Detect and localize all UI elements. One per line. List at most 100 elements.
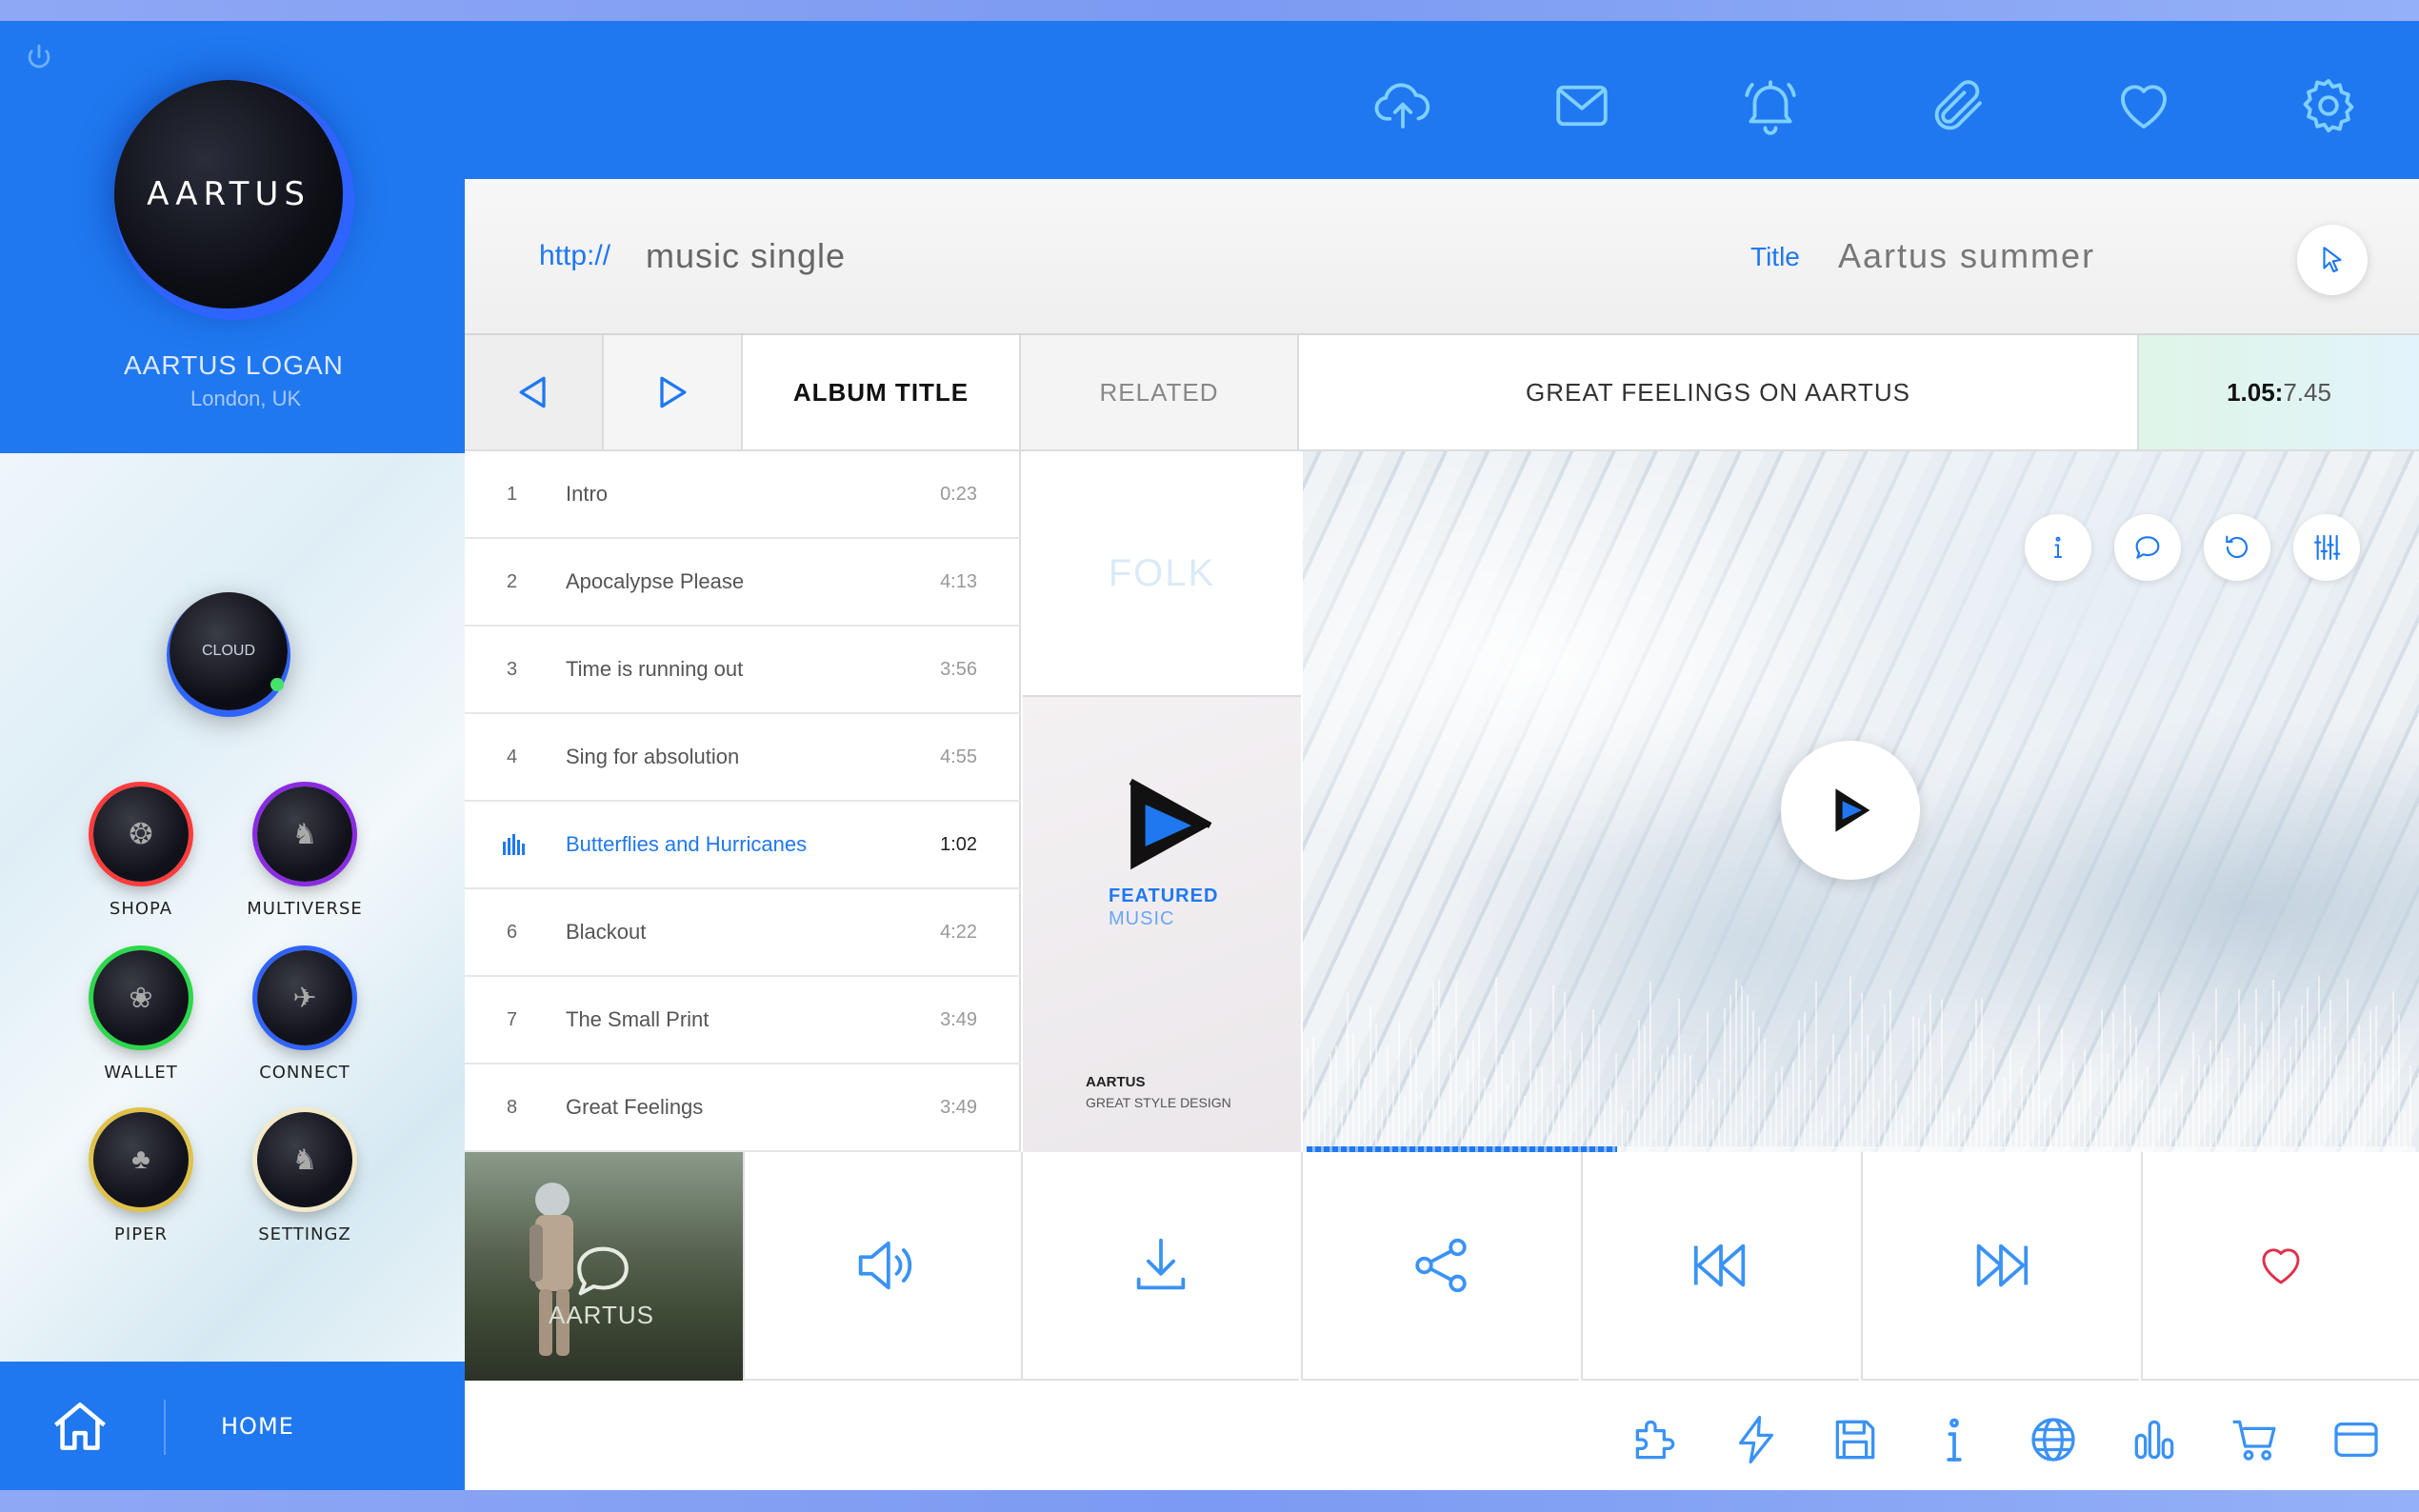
info-icon[interactable] <box>1928 1413 1981 1466</box>
rewind-button[interactable] <box>1581 1152 1859 1381</box>
aartus-chat-tile[interactable]: AARTUS <box>465 1152 743 1381</box>
app-icon: ❂ <box>93 786 189 882</box>
app-icon: ❀ <box>93 950 189 1045</box>
photo-tile-label: AARTUS <box>549 1301 654 1329</box>
equalizer-icon <box>2313 534 2341 561</box>
track-row[interactable]: 4 Sing for absolution 4:55 <box>465 714 1021 802</box>
rewind-icon <box>1693 1243 1746 1287</box>
home-icon[interactable] <box>48 1394 112 1459</box>
download-button[interactable] <box>1021 1152 1299 1381</box>
volume-button[interactable] <box>743 1152 1021 1381</box>
track-number: 6 <box>507 921 518 943</box>
info-button[interactable] <box>2025 514 2091 581</box>
home-label[interactable]: HOME <box>221 1413 294 1440</box>
aartus-logo[interactable]: AARTUS <box>114 80 343 308</box>
next-button[interactable] <box>604 335 743 449</box>
tab-album-title[interactable]: ALBUM TITLE <box>743 335 1021 449</box>
featured-music-card[interactable]: FEATURED MUSIC AARTUS GREAT STYLE DESIGN <box>1023 697 1301 1152</box>
track-duration: 0:23 <box>940 483 977 505</box>
track-row[interactable]: 3 Time is running out 3:56 <box>465 627 1021 714</box>
share-button[interactable] <box>1301 1152 1579 1381</box>
card-icon[interactable] <box>2329 1413 2383 1466</box>
app-connect[interactable]: ✈ CONNECT <box>248 950 362 1083</box>
cloud-button[interactable]: CLOUD <box>170 592 288 710</box>
track-duration: 4:13 <box>940 570 977 592</box>
paperclip-icon[interactable] <box>1928 74 1990 137</box>
chevron-right-icon <box>660 376 687 408</box>
gear-icon[interactable] <box>2297 74 2360 137</box>
app-icon: ♞ <box>257 1112 352 1207</box>
apps-panel: CLOUD ❂ SHOPA ♞ MULTIVERSE ❀ WALLET ✈ CONNECT ♣ P… <box>0 453 465 1362</box>
cloud-upload-icon[interactable] <box>1371 74 1434 137</box>
power-icon[interactable] <box>23 42 55 74</box>
app-icon: ♞ <box>257 786 352 882</box>
featured-subtitle: GREAT STYLE DESIGN <box>1086 1095 1231 1110</box>
track-duration: 4:22 <box>940 921 977 943</box>
divider <box>164 1400 166 1455</box>
track-row[interactable]: 1 Intro 0:23 <box>465 451 1021 539</box>
pointer-icon <box>2323 247 2342 273</box>
track-duration: 3:56 <box>940 658 977 680</box>
heart-icon <box>2262 1248 2300 1284</box>
video-player[interactable] <box>1303 451 2419 1152</box>
track-row[interactable]: 2 Apocalypse Please 4:13 <box>465 539 1021 627</box>
lightning-icon[interactable] <box>1729 1413 1783 1466</box>
puzzle-icon[interactable] <box>1629 1413 1682 1466</box>
folk-genre-card[interactable]: FOLK <box>1023 451 1301 697</box>
like-button[interactable] <box>2141 1152 2419 1381</box>
top-toolbar <box>465 21 2419 179</box>
share-icon <box>1415 1238 1467 1293</box>
cart-icon[interactable] <box>2229 1413 2282 1466</box>
music-app: AARTUS AARTUS LOGAN London, UK CLOUD ❂ SH… <box>0 21 2419 1490</box>
featured-brand: AARTUS <box>1086 1074 1146 1090</box>
app-multiverse[interactable]: ♞ MULTIVERSE <box>247 786 363 919</box>
tab-related[interactable]: RELATED <box>1021 335 1299 449</box>
app-wallet[interactable]: ❀ WALLET <box>84 950 198 1083</box>
track-row[interactable]: Butterflies and Hurricanes 1:02 <box>465 802 1021 889</box>
now-playing-icon <box>503 834 525 855</box>
user-location: London, UK <box>190 387 302 410</box>
track-number: 7 <box>507 1008 518 1030</box>
time-display: 1.05: 7.45 <box>2139 335 2419 449</box>
track-title: Apocalypse Please <box>566 569 745 593</box>
heart-icon[interactable] <box>2112 74 2175 137</box>
cursor-button[interactable] <box>2297 225 2368 295</box>
chat-icon <box>2135 536 2160 559</box>
track-title: Great Feelings <box>566 1095 704 1119</box>
app-piper[interactable]: ♣ PIPER <box>84 1112 198 1244</box>
time-total: 7.45 <box>2283 377 2331 407</box>
fast-forward-button[interactable] <box>1861 1152 2139 1381</box>
featured-label: FEATURED <box>1109 885 1219 906</box>
save-icon[interactable] <box>1829 1413 1882 1466</box>
previous-button[interactable] <box>465 335 604 449</box>
mail-icon[interactable] <box>1550 74 1613 137</box>
bell-icon[interactable] <box>1739 74 1802 137</box>
play-icon <box>1835 788 1870 832</box>
url-input[interactable]: music single <box>646 236 846 276</box>
url-bar: http:// music single Title Aartus summer <box>465 179 2419 335</box>
info-icon <box>2053 536 2063 558</box>
app-icon: ♣ <box>93 1112 189 1207</box>
track-title: Butterflies and Hurricanes <box>566 832 808 856</box>
track-row[interactable]: 6 Blackout 4:22 <box>465 889 1021 977</box>
track-duration: 4:55 <box>940 746 977 767</box>
track-row[interactable]: 7 The Small Print 3:49 <box>465 977 1021 1064</box>
music-label: MUSIC <box>1109 908 1175 929</box>
track-title: Blackout <box>566 920 647 944</box>
app-icon: ✈ <box>257 950 352 1045</box>
title-input[interactable]: Aartus summer <box>1838 236 2095 276</box>
track-row[interactable]: 8 Great Feelings 3:49 <box>465 1064 1021 1152</box>
download-icon <box>1136 1238 1186 1290</box>
app-label: MULTIVERSE <box>247 899 363 919</box>
equalizer-button[interactable] <box>2293 514 2360 581</box>
app-settingz[interactable]: ♞ SETTINGZ <box>248 1112 362 1244</box>
title-label: Title <box>1750 242 1800 271</box>
track-title: Sing for absolution <box>566 745 740 768</box>
chat-button[interactable] <box>2114 514 2181 581</box>
refresh-button[interactable] <box>2204 514 2270 581</box>
app-shopa[interactable]: ❂ SHOPA <box>84 786 198 919</box>
now-playing-title: GREAT FEELINGS ON AARTUS <box>1299 335 2139 449</box>
play-button[interactable] <box>1781 741 1920 880</box>
bar-chart-icon[interactable] <box>2128 1413 2181 1466</box>
globe-icon[interactable] <box>2027 1413 2080 1466</box>
